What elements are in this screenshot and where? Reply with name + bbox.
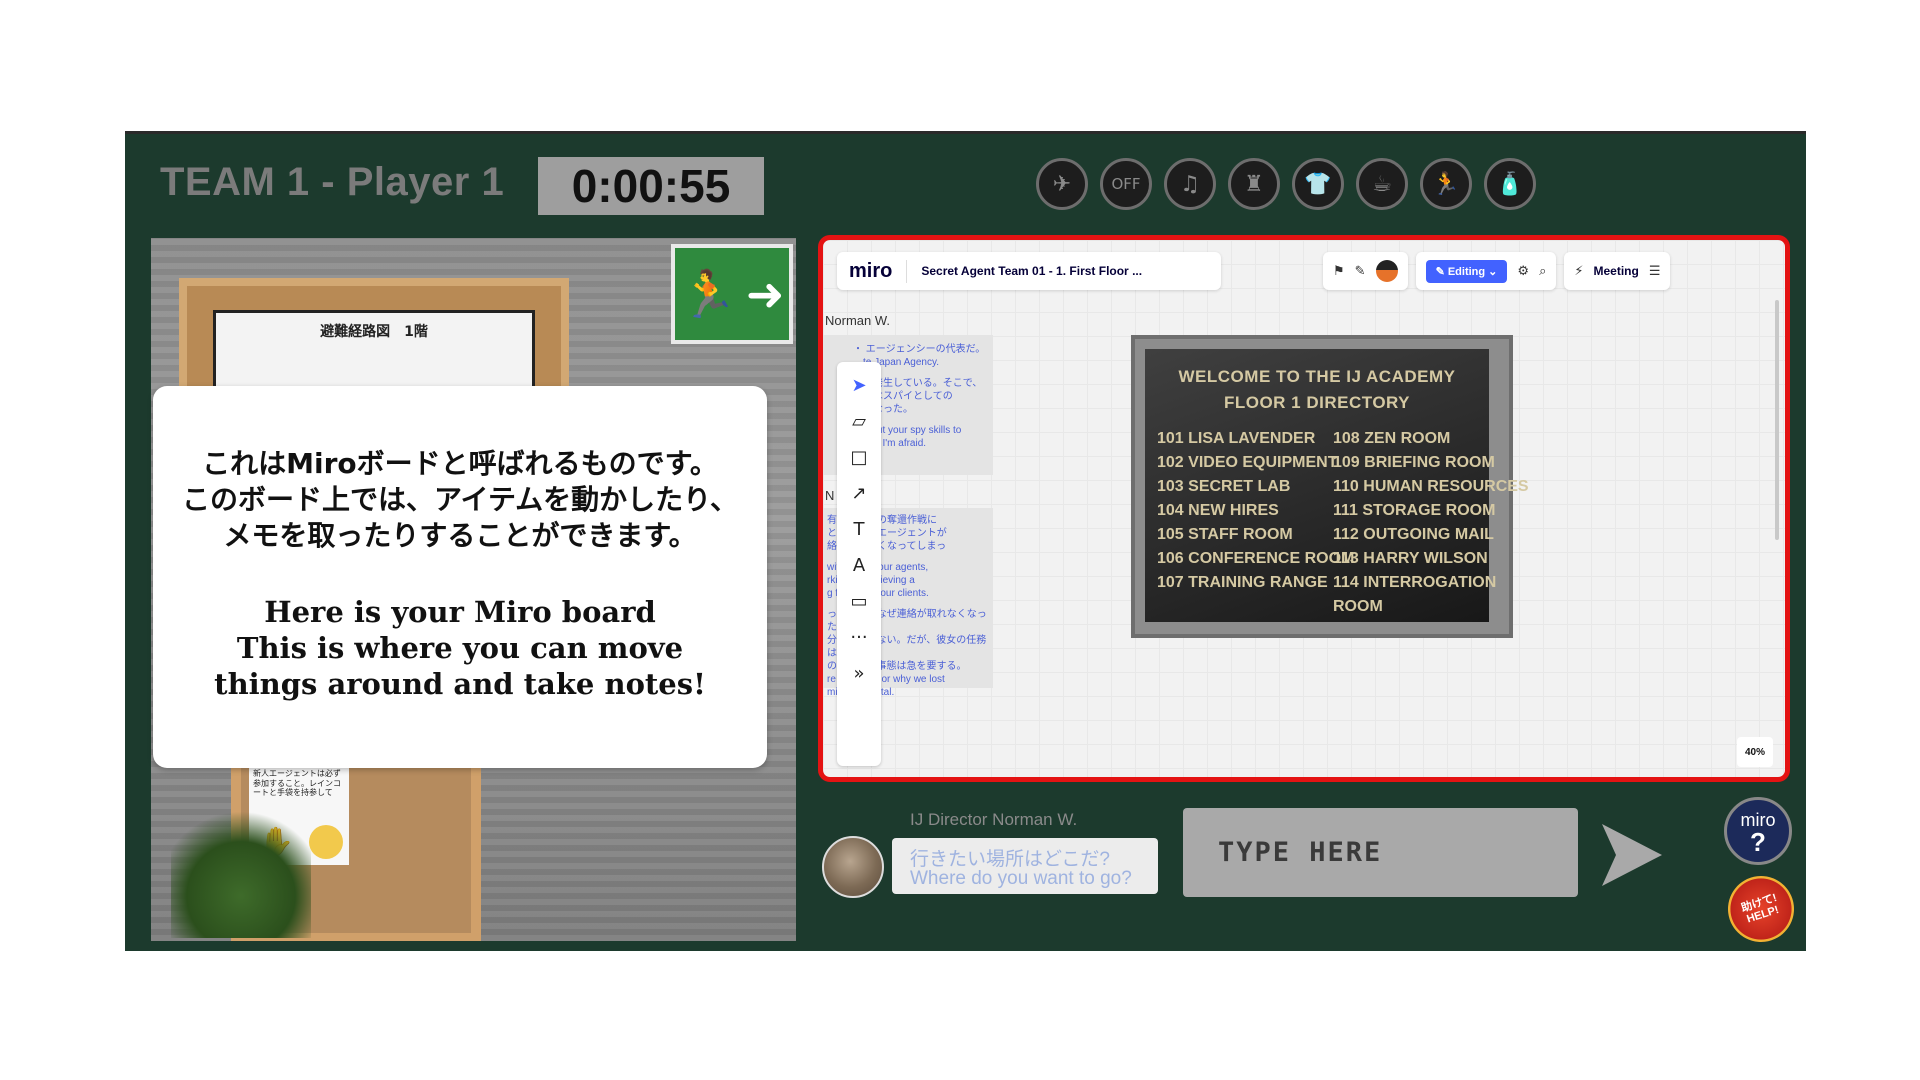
- director-name: IJ Director Norman W.: [910, 810, 1078, 829]
- intro-japanese-text: これはMiroボードと呼ばれるものです。 このボード上では、アイテムを動かしたり…: [153, 446, 767, 554]
- text-icon[interactable]: T: [854, 518, 865, 542]
- pen-icon[interactable]: A: [853, 554, 865, 578]
- comment-icon[interactable]: ▭: [850, 590, 867, 614]
- reactions-icon[interactable]: ⚑: [1333, 264, 1345, 279]
- running-man-icon: 🏃: [679, 266, 737, 321]
- zoom-level[interactable]: 40%: [1737, 737, 1773, 767]
- director-message-jp: 行きたい場所はどこだ?: [910, 849, 1110, 870]
- notes-icon[interactable]: ☰: [1649, 264, 1661, 279]
- spray-can-icon[interactable]: 🧴: [1484, 158, 1536, 210]
- directory-entry: 106 CONFERENCE ROOM: [1157, 550, 1355, 567]
- piano-icon[interactable]: ♫: [1164, 158, 1216, 210]
- intro-en-line: This is where you can move: [236, 631, 684, 665]
- intro-jp-line: このボード上では、アイテムを動かしたり、: [181, 483, 739, 516]
- directory-left-column: 101 LISA LAVENDER 102 VIDEO EQUIPMENT 103 …: [1157, 427, 1354, 595]
- editing-label: Editing: [1447, 265, 1486, 278]
- intro-jp-line: メモを取ったりすることができます。: [223, 519, 697, 552]
- directory-entry: 101 LISA LAVENDER: [1157, 430, 1316, 447]
- off-sign-icon[interactable]: OFF: [1100, 158, 1152, 210]
- cafe-icon[interactable]: ☕: [1356, 158, 1408, 210]
- user-avatar[interactable]: [1375, 260, 1398, 282]
- meeting-button[interactable]: Meeting: [1593, 264, 1638, 278]
- doc-line: ・ エージェンシーの代表だ。: [853, 344, 986, 355]
- miro-toolbar: ➤ ▱ □ ↗ T A ▭ ··· »: [837, 362, 881, 766]
- settings-sliders-icon[interactable]: ⚙: [1517, 264, 1529, 279]
- directory-entry: ROOM: [1333, 598, 1383, 615]
- intro-en-line: Here is your Miro board: [264, 595, 656, 629]
- globe-icon[interactable]: ✈: [1036, 158, 1088, 210]
- meeting-box: ⚡ Meeting ☰: [1564, 252, 1671, 290]
- evacuation-map-title: 避難経路図 1階: [320, 324, 428, 340]
- directory-entry: 109 BRIEFING ROOM: [1333, 454, 1495, 471]
- directory-subtitle: FLOOR 1 DIRECTORY: [1223, 393, 1411, 412]
- frame-top-border: [125, 131, 1806, 134]
- directory-entry: 112 OUTGOING MAIL: [1333, 526, 1494, 543]
- potted-plant: [171, 798, 311, 938]
- countdown-timer: 0:00:55: [538, 157, 764, 215]
- board-title[interactable]: Secret Agent Team 01 - 1. First Floor ..…: [907, 264, 1142, 278]
- more-tools-icon[interactable]: ···: [850, 626, 867, 650]
- running-icon[interactable]: 🏃: [1420, 158, 1472, 210]
- directory-entry: 102 VIDEO EQUIPMENT: [1157, 454, 1338, 471]
- smiley-icon: [309, 825, 343, 859]
- collapse-icon[interactable]: »: [853, 662, 864, 686]
- question-mark-icon: ?: [1750, 827, 1766, 857]
- connector-line-icon[interactable]: ↗: [851, 482, 866, 506]
- directory-entry: 114 INTERROGATION: [1333, 574, 1497, 591]
- directory-entry: 108 ZEN ROOM: [1333, 430, 1451, 447]
- director-message-en: Where do you want to go?: [910, 868, 1132, 889]
- eiffel-tower-icon[interactable]: ♜: [1228, 158, 1280, 210]
- editing-tools: ✎ Editing ⌄ ⚙ ⌕: [1415, 252, 1557, 290]
- directory-plaque: WELCOME TO THE IJ ACADEMY FLOOR 1 DIRECT…: [1145, 349, 1529, 622]
- intro-english-text: Here is your Miro board This is where yo…: [153, 594, 767, 702]
- director-message-bubble: 行きたい場所はどこだ? Where do you want to go?: [892, 838, 1158, 894]
- miro-topbar: miro Secret Agent Team 01 - 1. First Flo…: [837, 252, 1221, 290]
- search-icon[interactable]: ⌕: [1539, 264, 1546, 279]
- miro-logo[interactable]: miro: [837, 259, 908, 283]
- directory-entry: 103 SECRET LAB: [1157, 478, 1291, 495]
- miro-intro-card[interactable]: これはMiroボードと呼ばれるものです。 このボード上では、アイテムを動かしたり…: [153, 386, 767, 768]
- directory-entry: 105 STAFF ROOM: [1157, 526, 1293, 543]
- team-player-title: TEAM 1 - Player 1: [160, 160, 505, 204]
- directory-right-column: 108 ZEN ROOM 109 BRIEFING ROOM 110 HUMAN R…: [1333, 427, 1529, 619]
- directory-entry: 113 HARRY WILSON: [1333, 550, 1488, 567]
- floor-directory-board[interactable]: WELCOME TO THE IJ ACADEMY FLOOR 1 DIRECT…: [1131, 335, 1529, 638]
- miro-board-panel[interactable]: miro Secret Agent Team 01 - 1. First Flo…: [818, 235, 1790, 782]
- cork-note-text: 新人エージェントは必ず参加すること。レインコートと手袋を持参して: [253, 769, 341, 798]
- directory-entry: 110 HUMAN RESOURCES: [1333, 478, 1529, 495]
- celebrate-icon[interactable]: ✎: [1355, 264, 1366, 279]
- send-arrow-icon[interactable]: [1596, 818, 1666, 892]
- sticky-note-icon[interactable]: ▱: [852, 410, 866, 434]
- lightning-icon[interactable]: ⚡: [1574, 264, 1583, 279]
- exit-sign[interactable]: 🏃 ➜: [671, 244, 793, 344]
- miro-right-toolbar: ⚑ ✎ ✎ Editing ⌄ ⚙ ⌕ ⚡ Meeting ☰: [1323, 252, 1671, 290]
- arrow-right-icon: ➜: [745, 267, 785, 321]
- directory-entry: 107 TRAINING RANGE: [1157, 574, 1328, 591]
- editing-button[interactable]: ✎ Editing ⌄: [1425, 259, 1508, 283]
- location-icon-bar: ✈ OFF ♫ ♜ 👕 ☕ 🏃 🧴: [1036, 158, 1536, 210]
- directory-entry: 104 NEW HIRES: [1157, 502, 1279, 519]
- director-avatar: [822, 836, 884, 898]
- frame-label-norman[interactable]: Norman W.: [825, 313, 890, 328]
- miro-help-button[interactable]: miro ?: [1724, 797, 1792, 865]
- vertical-scrollbar[interactable]: [1775, 300, 1779, 540]
- directory-title: WELCOME TO THE IJ ACADEMY: [1178, 367, 1456, 386]
- intro-jp-line: これはMiroボードと呼ばれるものです。: [202, 447, 718, 480]
- intro-en-line: things around and take notes!: [214, 667, 706, 701]
- answer-input[interactable]: [1183, 808, 1578, 897]
- shirt-icon[interactable]: 👕: [1292, 158, 1344, 210]
- directory-entry: 111 STORAGE ROOM: [1333, 502, 1496, 519]
- shape-icon[interactable]: □: [850, 446, 867, 470]
- select-cursor-icon[interactable]: ➤: [851, 374, 866, 398]
- collab-tools: ⚑ ✎: [1323, 252, 1408, 290]
